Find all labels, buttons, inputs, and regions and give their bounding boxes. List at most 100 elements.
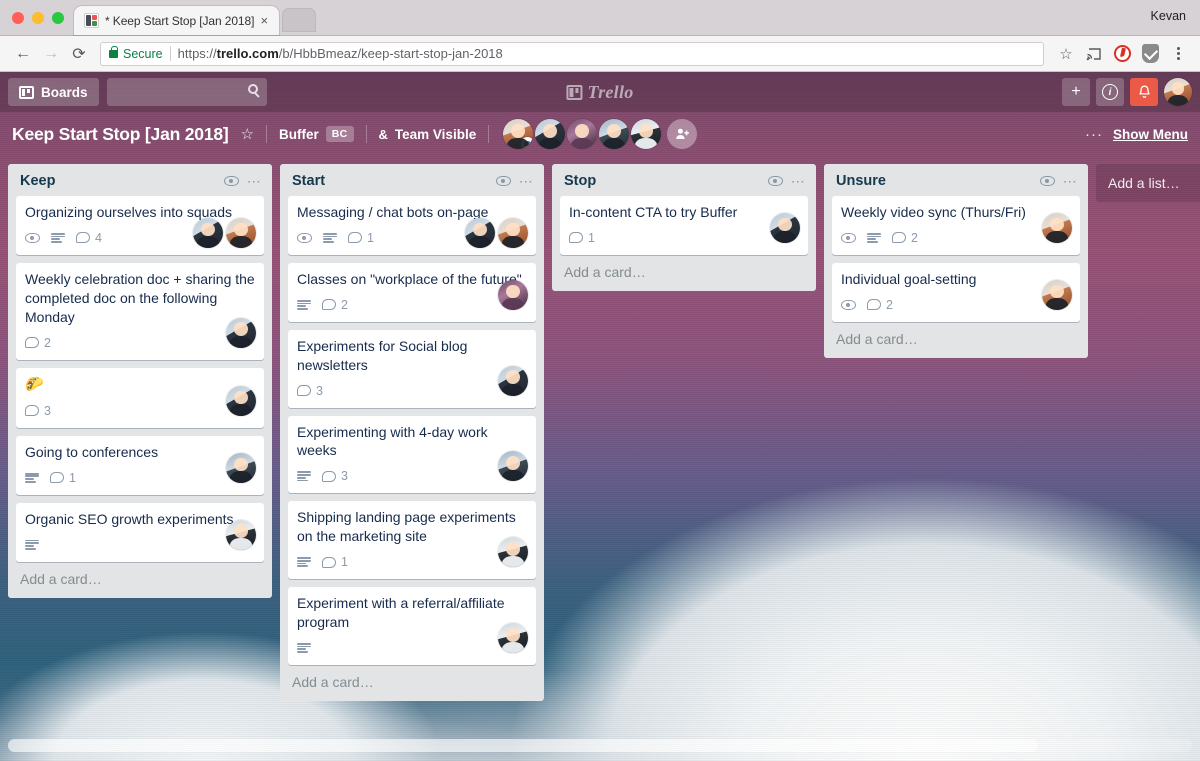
card-member-avatar[interactable] [498,365,528,396]
boards-button[interactable]: Boards [8,78,99,106]
list-title[interactable]: Start [292,173,488,189]
add-card-button[interactable]: Add a card… [8,562,272,598]
list-title[interactable]: Unsure [836,173,1032,189]
card[interactable]: Classes on "workplace of the future" 2 [288,262,536,322]
list-menu-icon[interactable]: ⋯ [247,174,262,188]
board-title[interactable]: Keep Start Stop [Jan 2018] [12,124,229,145]
board-member-avatar[interactable] [567,119,598,149]
card[interactable]: Weekly celebration doc + sharing the com… [16,262,264,360]
card[interactable]: Weekly video sync (Thurs/Fri) 2 [832,196,1080,255]
card[interactable]: Organizing ourselves into squads 4 [16,196,264,255]
card[interactable]: Individual goal-setting 2 [832,262,1080,322]
card-member-avatar[interactable] [498,451,528,482]
card-member-avatar[interactable] [226,519,256,550]
card[interactable]: Experimenting with 4-day work weeks 3 [288,415,536,494]
comment-badge: 4 [76,231,102,245]
card-badges: 2 [297,294,527,316]
card-member-avatar[interactable] [226,217,256,248]
card-member-avatar[interactable] [226,452,256,483]
address-bar[interactable]: Secure https://trello.com/b/HbbBmeaz/kee… [100,41,1044,66]
add-card-button[interactable]: Add a card… [552,255,816,291]
star-board-button[interactable]: ☆ [241,125,254,143]
browser-menu-icon[interactable] [1166,42,1190,66]
team-visible-icon: & [378,126,388,142]
card[interactable]: Shipping landing page experiments on the… [288,501,536,580]
board-menu-dots[interactable]: ··· [1085,126,1103,143]
card-badges: 2 [841,294,1071,316]
bookmark-star-icon[interactable]: ☆ [1054,42,1078,66]
add-list-button[interactable]: Add a list… [1096,164,1200,202]
card[interactable]: 🌮 3 [16,367,264,428]
card[interactable]: Going to conferences 1 [16,435,264,495]
maximize-window-button[interactable] [52,12,64,24]
scrollbar-thumb[interactable] [8,739,1039,752]
card[interactable]: Experiments for Social blog newsletters … [288,329,536,408]
user-avatar[interactable] [1164,78,1192,106]
cast-icon[interactable] [1082,42,1106,66]
board-member-avatar[interactable] [599,119,630,149]
show-menu-button[interactable]: Show Menu [1113,127,1188,142]
card[interactable]: Organic SEO growth experiments [16,502,264,562]
card-member-avatar[interactable] [1042,279,1072,310]
team-button[interactable]: Buffer BC [279,126,354,142]
header-divider [266,125,267,143]
card-member-avatar[interactable] [226,385,256,416]
new-tab-button[interactable] [282,8,316,32]
lastpass-extension-icon[interactable] [1138,42,1162,66]
close-tab-button[interactable]: × [256,14,273,27]
ghostery-extension-icon[interactable] [1110,42,1134,66]
window-user-label[interactable]: Kevan [1151,9,1186,23]
comment-badge: 2 [892,231,918,245]
card-member-avatar[interactable] [465,217,495,248]
card-member-avatar[interactable] [1042,212,1072,243]
add-card-button[interactable]: Add a card… [824,322,1088,358]
forward-button[interactable]: → [38,41,64,67]
board-horizontal-scrollbar[interactable] [0,730,1200,761]
card-members [193,217,256,248]
card-member-avatar[interactable] [193,217,223,248]
trello-logo[interactable]: Trello [566,82,633,103]
comment-count: 3 [341,469,348,484]
list-menu-icon[interactable]: ⋯ [1063,174,1078,188]
reload-button[interactable]: ⟳ [66,41,92,67]
description-icon [323,232,337,243]
visibility-button[interactable]: & Team Visible [379,127,477,142]
add-member-button[interactable] [667,119,698,149]
card[interactable]: In-content CTA to try Buffer 1 [560,196,808,255]
minimize-window-button[interactable] [32,12,44,24]
card-container: Messaging / chat bots on-page 1 Classes … [280,196,544,665]
add-card-button[interactable]: Add a card… [280,665,544,701]
scrollbar-track[interactable] [8,739,1192,752]
browser-tab[interactable]: * Keep Start Stop [Jan 2018] | × [74,6,279,35]
list-menu-icon[interactable]: ⋯ [519,174,534,188]
card-member-avatar[interactable] [498,622,528,653]
watch-list-icon[interactable] [1039,176,1055,186]
close-window-button[interactable] [12,12,24,24]
card-title: Classes on "workplace of the future" [297,270,522,287]
card[interactable]: Experiment with a referral/affiliate pro… [288,587,536,665]
info-button[interactable]: i [1096,78,1124,106]
watch-list-icon[interactable] [767,176,783,186]
search-input[interactable] [106,78,267,106]
list-menu-icon[interactable]: ⋯ [791,174,806,188]
card-member-avatar[interactable] [498,537,528,568]
board-member-avatar[interactable] [535,119,566,149]
card-member-avatar[interactable] [770,212,800,243]
notifications-button[interactable] [1130,78,1158,106]
board-member-avatar[interactable] [503,119,534,149]
card-member-avatar[interactable] [226,317,256,348]
description-icon [297,642,311,653]
card-member-avatar[interactable] [498,279,528,310]
card[interactable]: Messaging / chat bots on-page 1 [288,196,536,255]
comment-badge: 3 [322,469,348,483]
card-members [1042,279,1072,315]
list-title[interactable]: Keep [20,173,216,189]
list-title[interactable]: Stop [564,173,760,189]
card-container: Weekly video sync (Thurs/Fri) 2 Individu… [824,196,1088,322]
watch-list-icon[interactable] [495,176,511,186]
card-member-avatar[interactable] [498,217,528,248]
add-button[interactable]: + [1062,78,1090,106]
watch-list-icon[interactable] [223,176,239,186]
board-member-avatar[interactable] [631,119,662,149]
back-button[interactable]: ← [10,41,36,67]
